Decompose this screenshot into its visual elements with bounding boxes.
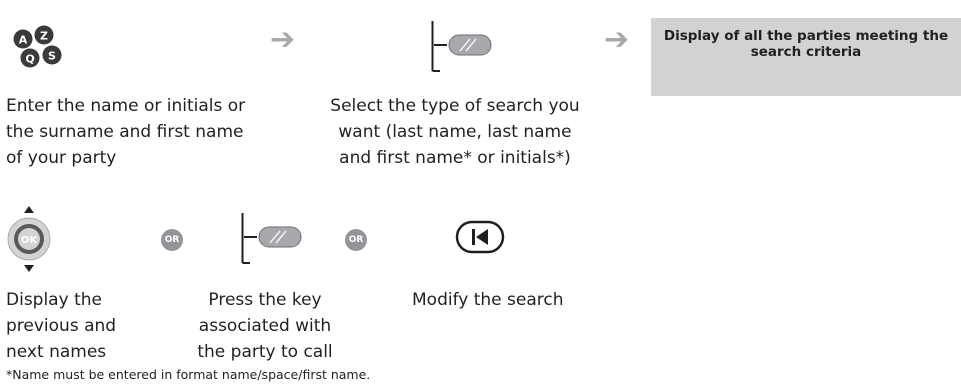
instruction-line: previous and (6, 316, 117, 336)
instruction-line: the surname and first name (6, 122, 244, 142)
instruction-line: Press the key (208, 290, 322, 310)
keypad-letter: Z (40, 30, 48, 43)
instruction-line: next names (6, 342, 107, 362)
or-badge: OR (345, 229, 367, 251)
arrow-right-icon: ➔ (270, 22, 296, 57)
select-search-instructions: Select the type of search you want (last… (315, 93, 595, 171)
or-badge: OR (161, 229, 183, 251)
result-line: search criteria (750, 44, 862, 60)
line-key-icon[interactable] (430, 20, 496, 72)
footnote: *Name must be entered in format name/spa… (6, 367, 371, 382)
navigator-instructions: Display the previous and next names (6, 287, 146, 365)
instruction-line: and first name* or initials*) (339, 148, 571, 168)
keypad-letter: S (48, 50, 56, 63)
keypad-letter: Q (25, 53, 34, 66)
navigator-ok-icon[interactable]: OK (6, 204, 52, 274)
ok-label: OK (21, 235, 39, 246)
instruction-line: want (last name, last name (338, 122, 572, 142)
instruction-line: Enter the name or initials or (6, 96, 246, 116)
press-key-instructions: Press the key associated with the party … (180, 287, 350, 365)
instruction-line: Modify the search (412, 290, 564, 310)
instruction-line: the party to call (197, 342, 333, 362)
result-line: Display of all the parties meeting the (663, 28, 949, 44)
result-text: Display of all the parties meeting the s… (651, 18, 961, 60)
result-box: Display of all the parties meeting the s… (651, 18, 961, 96)
modify-search-instructions: Modify the search (412, 287, 592, 313)
arrow-right-icon: ➔ (604, 22, 630, 57)
keypad-letters-icon: A Z Q S (13, 25, 62, 68)
back-key-icon[interactable] (455, 220, 505, 254)
line-key-icon[interactable] (240, 212, 306, 264)
instruction-line: Display the (6, 290, 102, 310)
instruction-line: associated with (198, 316, 332, 336)
keypad-letter: A (19, 34, 28, 47)
instruction-line: of your party (6, 148, 117, 168)
enter-name-instructions: Enter the name or initials or the surnam… (6, 93, 296, 171)
instruction-line: Select the type of search you (330, 96, 580, 116)
